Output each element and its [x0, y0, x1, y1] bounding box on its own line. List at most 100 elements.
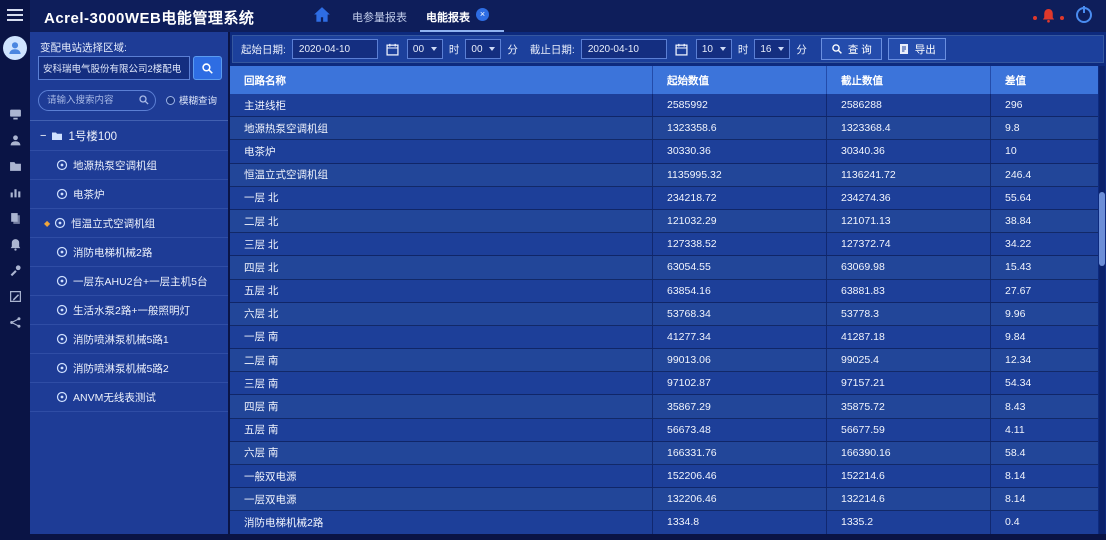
- folder-icon: [51, 130, 63, 142]
- tree-item-8[interactable]: 消防喷淋泵机械5路2: [30, 354, 228, 383]
- diff-value: 4.11: [990, 419, 1098, 441]
- tab-report-1[interactable]: 电参量报表: [352, 9, 407, 25]
- circuit-name: 一般双电源: [230, 465, 652, 487]
- calendar-icon[interactable]: [675, 43, 688, 56]
- power-icon[interactable]: [1076, 7, 1092, 23]
- scrollbar-thumb[interactable]: [1099, 192, 1105, 266]
- avatar[interactable]: [3, 36, 27, 60]
- tree-item-1[interactable]: 地源热泵空调机组: [30, 151, 228, 180]
- end-date-input[interactable]: 2020-04-10: [581, 39, 667, 59]
- table-row[interactable]: 六层 北53768.3453778.39.96: [230, 303, 1098, 326]
- tree-item-9[interactable]: ANVM无线表测试: [30, 383, 228, 412]
- share-icon[interactable]: [9, 316, 22, 329]
- circuit-icon: [56, 275, 68, 287]
- tree-item-label: 恒温立式空调机组: [71, 216, 155, 231]
- export-button[interactable]: 导出: [888, 38, 946, 60]
- chevron-down-icon: [778, 47, 784, 51]
- diff-value: 8.14: [990, 488, 1098, 510]
- fuzzy-checkbox[interactable]: [166, 96, 175, 105]
- table-row[interactable]: 消防电梯机械2路1334.81335.20.4: [230, 511, 1098, 534]
- calendar-icon[interactable]: [386, 43, 399, 56]
- table-row[interactable]: 五层 北63854.1663881.8327.67: [230, 280, 1098, 303]
- table-row[interactable]: 三层 北127338.52127372.7434.22: [230, 233, 1098, 256]
- table-row[interactable]: 六层 南166331.76166390.1658.4: [230, 442, 1098, 465]
- table-row[interactable]: 五层 南56673.4856677.594.11: [230, 419, 1098, 442]
- table-row[interactable]: 地源热泵空调机组1323358.61323368.49.8: [230, 117, 1098, 140]
- tree-item-0[interactable]: − 1号楼100: [30, 122, 228, 151]
- monitor-icon[interactable]: [9, 108, 22, 121]
- documents-icon[interactable]: [9, 212, 22, 225]
- station-input[interactable]: [38, 56, 190, 80]
- tree-item-2[interactable]: 电茶炉: [30, 180, 228, 209]
- end-value: 35875.72: [826, 395, 990, 417]
- edit-icon[interactable]: [9, 290, 22, 303]
- tab-close-icon[interactable]: ×: [476, 8, 489, 21]
- home-icon[interactable]: [313, 6, 331, 24]
- tree-item-5[interactable]: 一层东AHU2台+一层主机5台: [30, 267, 228, 296]
- table-row[interactable]: 电茶炉30330.3630340.3610: [230, 140, 1098, 163]
- tree-item-label: 地源热泵空调机组: [73, 158, 157, 173]
- chart-icon[interactable]: [9, 186, 22, 199]
- tree-item-4[interactable]: 消防电梯机械2路: [30, 238, 228, 267]
- end-value: 2586288: [826, 94, 990, 116]
- end-value: 152214.6: [826, 465, 990, 487]
- table-row[interactable]: 主进线柜25859922586288296: [230, 94, 1098, 117]
- tree-item-6[interactable]: 生活水泵2路+一般照明灯: [30, 296, 228, 325]
- start-hour-select[interactable]: 00: [407, 39, 443, 59]
- diff-value: 54.34: [990, 372, 1098, 394]
- tree-item-7[interactable]: 消防喷淋泵机械5路1: [30, 325, 228, 354]
- menu-icon[interactable]: [7, 9, 23, 21]
- start-minute-select[interactable]: 00: [465, 39, 501, 59]
- table-row[interactable]: 四层 南35867.2935875.728.43: [230, 395, 1098, 418]
- alarm-icon[interactable]: [9, 238, 22, 251]
- alarm-zone[interactable]: [1033, 8, 1064, 28]
- collapse-toggle[interactable]: −: [40, 130, 46, 142]
- end-value: 99025.4: [826, 349, 990, 371]
- user-icon[interactable]: [9, 134, 22, 147]
- query-button[interactable]: 查 询: [821, 38, 882, 60]
- end-date-label: 截止日期:: [530, 42, 575, 57]
- diff-value: 34.22: [990, 233, 1098, 255]
- alarm-bell-icon[interactable]: [1041, 8, 1056, 28]
- start-value: 1135995.32: [652, 164, 826, 186]
- table-row[interactable]: 二层 南99013.0699025.412.34: [230, 349, 1098, 372]
- tab-report-2-active[interactable]: 电能报表: [426, 9, 470, 25]
- folder-icon[interactable]: [9, 160, 22, 173]
- tree-item-label: 电茶炉: [73, 187, 105, 202]
- table-body: 主进线柜25859922586288296地源热泵空调机组1323358.613…: [230, 94, 1098, 534]
- start-value: 97102.87: [652, 372, 826, 394]
- icon-rail: [0, 0, 30, 540]
- tree-item-label: 1号楼100: [68, 128, 117, 144]
- scrollbar-track[interactable]: [1099, 66, 1105, 534]
- column-header[interactable]: 截止数值: [826, 66, 990, 94]
- column-header[interactable]: 差值: [990, 66, 1098, 94]
- table-row[interactable]: 一般双电源152206.46152214.68.14: [230, 465, 1098, 488]
- fuzzy-search-toggle[interactable]: 模糊查询: [166, 93, 217, 107]
- table-row[interactable]: 恒温立式空调机组1135995.321136241.72246.4: [230, 164, 1098, 187]
- circuit-name: 三层 北: [230, 233, 652, 255]
- table-header: 回路名称起始数值截止数值差值: [230, 66, 1098, 94]
- tools-icon[interactable]: [9, 264, 22, 277]
- sidebar: 变配电站选择区域: 模糊查询 −1号楼100地源热泵空调机组电茶炉◆恒温立式空调…: [30, 32, 230, 534]
- station-search-button[interactable]: [193, 56, 222, 80]
- table-row[interactable]: 二层 北121032.29121071.1338.84: [230, 210, 1098, 233]
- column-header[interactable]: 回路名称: [230, 66, 652, 94]
- start-date-input[interactable]: 2020-04-10: [292, 39, 378, 59]
- table-row[interactable]: 一层 北234218.72234274.3655.64: [230, 187, 1098, 210]
- column-header[interactable]: 起始数值: [652, 66, 826, 94]
- chevron-down-icon: [720, 47, 726, 51]
- start-value: 152206.46: [652, 465, 826, 487]
- table-row[interactable]: 一层双电源132206.46132214.68.14: [230, 488, 1098, 511]
- tab-active-wrap: 电能报表: [420, 0, 504, 32]
- end-minute-select[interactable]: 16: [754, 39, 790, 59]
- diff-value: 15.43: [990, 256, 1098, 278]
- table-row[interactable]: 四层 北63054.5563069.9815.43: [230, 256, 1098, 279]
- fuzzy-label: 模糊查询: [179, 93, 217, 107]
- table-row[interactable]: 一层 南41277.3441287.189.84: [230, 326, 1098, 349]
- table-row[interactable]: 三层 南97102.8797157.2154.34: [230, 372, 1098, 395]
- start-value: 63854.16: [652, 280, 826, 302]
- end-value: 1335.2: [826, 511, 990, 533]
- end-hour-select[interactable]: 10: [696, 39, 732, 59]
- tree-item-3[interactable]: ◆恒温立式空调机组: [30, 209, 228, 238]
- diff-value: 8.43: [990, 395, 1098, 417]
